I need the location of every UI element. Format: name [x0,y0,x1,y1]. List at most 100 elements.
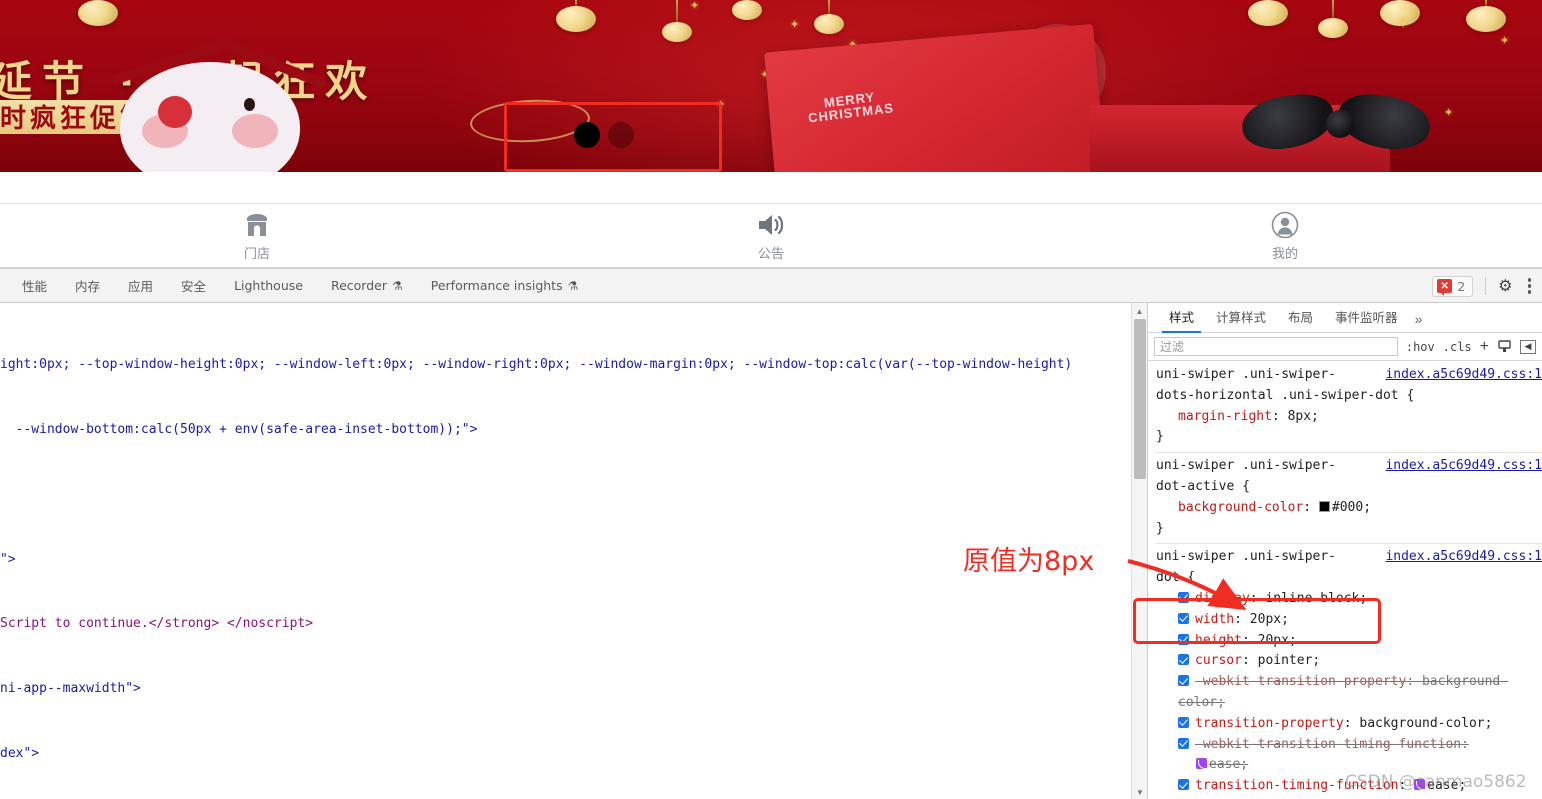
scroll-down-arrow[interactable]: ▼ [1132,784,1147,799]
devtools-tab-recorder[interactable]: Recorder ⚗ [317,269,417,303]
dom-line: "> [0,551,16,567]
star-decor: ✦ [1444,107,1454,119]
css-rule[interactable]: index.a5c69d49.css:1 uni-swiper .uni-swi… [1156,362,1542,454]
css-declaration[interactable]: -webkit-transition-timing-function: [1156,735,1542,756]
css-property: -webkit-transition-property [1195,674,1407,690]
christmas-card-art: MERRY CHRISTMAS [764,23,1106,172]
cls-toggle[interactable]: .cls [1443,340,1472,354]
bezier-swatch[interactable] [1196,758,1207,770]
css-declaration[interactable]: -webkit-transition-property: background-… [1156,672,1542,714]
tab-computed[interactable]: 计算样式 [1205,307,1277,332]
tabbar-item-store[interactable]: 门店 [0,204,514,267]
color-swatch[interactable] [1318,500,1330,512]
declaration-checkbox[interactable] [1178,716,1189,728]
tab-label: 事件监听器 [1335,310,1398,325]
css-rule[interactable]: index.a5c69d49.css:1 uni-swiper .uni-swi… [1156,544,1542,799]
scroll-up-arrow[interactable]: ▲ [1132,303,1147,319]
declaration-checkbox[interactable] [1178,654,1189,666]
experimental-flask-icon: ⚗ [567,278,579,293]
css-rule-close: } [1156,520,1164,536]
dom-line: Script to continue.</strong> </noscript> [0,616,314,632]
experimental-flask-icon: ⚗ [391,278,403,293]
css-source-link[interactable]: index.a5c69d49.css:1 [1385,456,1542,477]
error-count: 2 [1457,278,1466,294]
devtools-tab-performance[interactable]: 性能 [8,269,61,303]
devtools-tab-lighthouse[interactable]: Lighthouse [220,269,317,303]
star-decor: ✦ [1396,13,1411,32]
bottom-tabbar: 门店 公告 我的 [0,203,1542,268]
declaration-checkbox[interactable] [1178,779,1189,791]
new-style-rule-icon[interactable]: + [1480,338,1489,356]
megaphone-icon [756,210,786,240]
ornament-decor [814,0,844,34]
page-viewport: ✦ ✦ ✦ ✦ ✦ ✦ ✦ ✦ ✦ 延节 · 一起狂欢 时疯狂促销 全场5折 M… [0,0,1542,268]
tab-label: 布局 [1288,310,1314,325]
error-count-badge[interactable]: ✕ 2 [1432,275,1474,297]
tabbar-item-profile[interactable]: 我的 [1028,204,1542,267]
css-source-link[interactable]: index.a5c69d49.css:1 [1385,547,1542,568]
swiper-dots[interactable] [574,122,634,148]
dom-line: ight:0px; --top-window-height:0px; --win… [0,357,1073,373]
annotation-note: 原值为8px [963,546,1095,577]
element-state-icon[interactable] [1497,339,1512,354]
css-selector-cont: dots-horizontal .uni-swiper-dot { [1156,387,1415,403]
toggle-sidebar-icon[interactable]: ◀ [1520,339,1536,354]
tab-event-listeners[interactable]: 事件监听器 [1324,307,1409,332]
css-selector-cont: dot { [1156,570,1196,586]
kebab-menu-icon[interactable] [1525,275,1535,297]
css-property: margin-right [1178,408,1272,424]
css-declaration[interactable]: transition-property: background-color; [1156,714,1542,735]
css-declaration[interactable]: background-color: #000; [1156,498,1542,519]
css-property: cursor [1195,653,1242,669]
tabbar-label-profile: 我的 [1271,246,1298,262]
ornament-decor [1248,0,1288,26]
dom-line: dex"> [0,745,40,761]
devtools-tab-memory[interactable]: 内存 [61,269,114,303]
promo-banner[interactable]: ✦ ✦ ✦ ✦ ✦ ✦ ✦ ✦ ✦ 延节 · 一起狂欢 时疯狂促销 全场5折 M… [0,0,1542,172]
devtools-tabstrip-actions: ✕ 2 ⚙ [1432,269,1534,303]
devtools-tab-security[interactable]: 安全 [167,269,220,303]
error-icon: ✕ [1437,279,1453,296]
styles-pane-tabstrip: 样式 计算样式 布局 事件监听器 » [1148,303,1542,333]
devtools-tab-application[interactable]: 应用 [114,269,167,303]
swiper-dot-active[interactable] [574,122,600,148]
scrollbar-thumb[interactable] [1134,319,1146,479]
swiper-dot[interactable] [608,122,634,148]
star-decor: ✦ [1500,35,1510,47]
ornament-decor [556,0,596,32]
tab-label: Lighthouse [234,278,303,293]
dom-pane-scrollbar[interactable]: ▲ ▼ [1131,303,1147,799]
declaration-checkbox[interactable] [1178,737,1189,749]
css-declaration[interactable]: margin-right: 8px; [1156,407,1542,428]
tab-label: 安全 [181,279,207,294]
user-avatar-icon [1271,210,1299,240]
css-rule-close: } [1156,429,1164,445]
css-source-link[interactable]: index.a5c69d49.css:1 [1385,365,1542,386]
tabbar-item-announcement[interactable]: 公告 [514,204,1028,267]
ornament-decor [1466,0,1506,32]
devtools-tab-performance-insights[interactable]: Performance insights ⚗ [417,269,593,303]
declaration-checkbox[interactable] [1178,675,1189,687]
dom-line: ni-app--maxwidth"> [0,681,141,697]
ornament-decor [732,0,762,20]
gift-bow-art [1238,89,1442,155]
css-value: 8px; [1287,408,1319,424]
css-rule[interactable]: index.a5c69d49.css:1 uni-swiper .uni-swi… [1156,453,1542,545]
css-declaration[interactable]: cursor: pointer; [1156,651,1542,672]
tab-label: 计算样式 [1216,310,1267,325]
tab-label: 样式 [1169,310,1195,325]
more-tabs-icon[interactable]: » [1409,311,1431,332]
tab-layout[interactable]: 布局 [1277,307,1324,332]
hov-toggle[interactable]: :hov [1406,340,1435,354]
ornament-decor [78,0,118,26]
gear-icon[interactable]: ⚙ [1498,276,1512,296]
styles-pane: 样式 计算样式 布局 事件监听器 » 过滤 :hov .cls + ◀ inde… [1147,303,1542,799]
dom-line: --window-bottom:calc(50px + env(safe-are… [0,421,478,437]
santa-cheek [232,114,278,148]
tab-label: 内存 [75,279,101,294]
tab-styles[interactable]: 样式 [1158,307,1205,333]
css-rules-list: index.a5c69d49.css:1 uni-swiper .uni-swi… [1148,362,1542,799]
styles-filter-input[interactable]: 过滤 [1154,337,1398,356]
devtools-tabstrip: 性能 内存 应用 安全 Lighthouse Recorder ⚗ Perfor… [0,269,1542,303]
tabbar-label-announcement: 公告 [757,246,784,262]
